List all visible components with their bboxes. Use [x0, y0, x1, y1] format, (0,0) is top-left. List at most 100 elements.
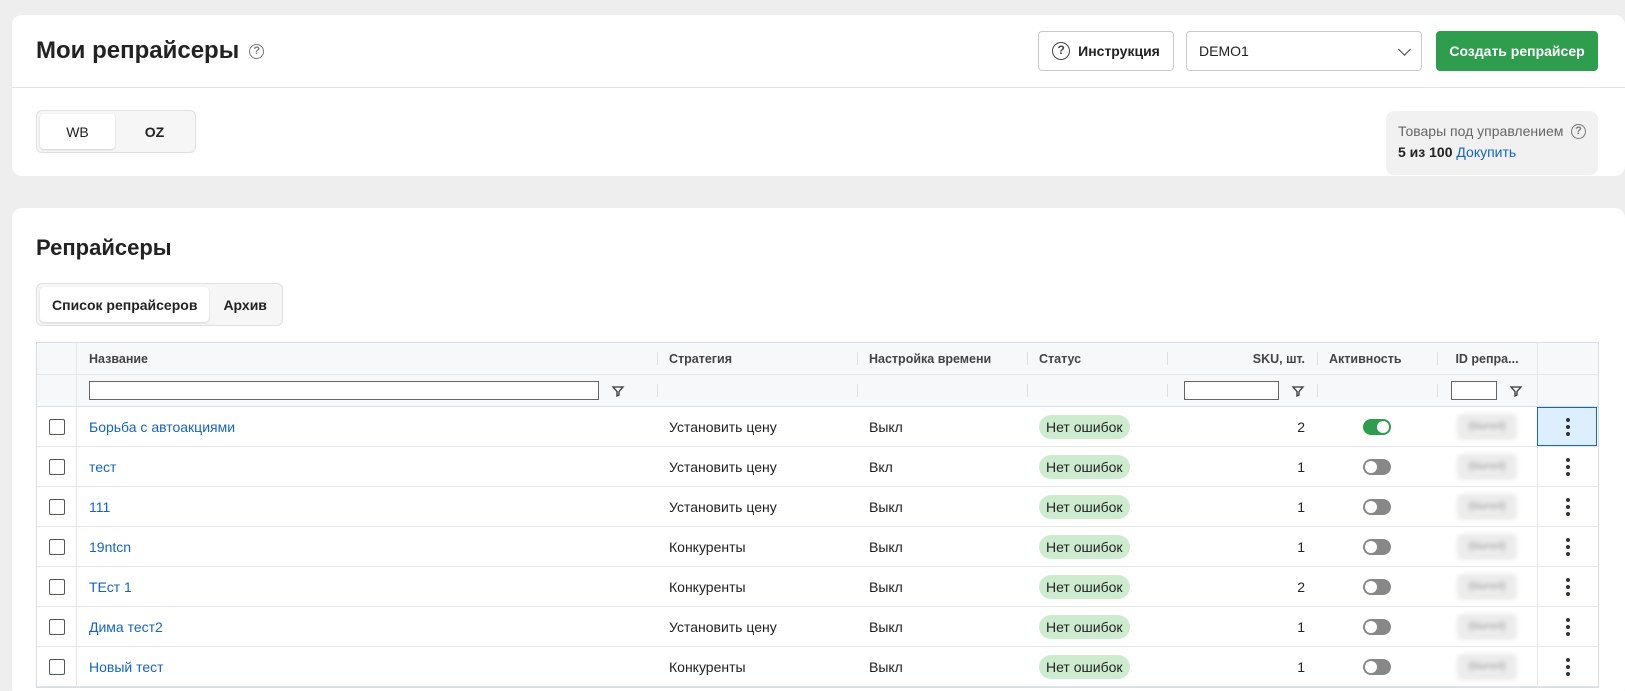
kebab-menu-icon[interactable]: [1565, 617, 1570, 636]
row-activity-cell: [1317, 407, 1437, 446]
instruction-button[interactable]: ? Инструкция: [1038, 31, 1174, 71]
help-icon[interactable]: ?: [1571, 123, 1586, 139]
kebab-menu-icon[interactable]: [1565, 657, 1570, 676]
kebab-menu-icon[interactable]: [1565, 417, 1570, 436]
filter-icon[interactable]: [611, 384, 625, 398]
row-checkbox[interactable]: [48, 538, 65, 555]
tab-oz[interactable]: OZ: [117, 114, 192, 149]
row-name-cell: тест: [77, 447, 657, 486]
section-title: Репрайсеры: [36, 235, 172, 260]
row-checkbox-cell: [37, 607, 77, 646]
activity-toggle[interactable]: [1363, 458, 1391, 475]
table-row[interactable]: 111 Установить цену Выкл Нет ошибок 1 (b…: [37, 487, 1598, 527]
kebab-menu-icon[interactable]: [1565, 457, 1570, 476]
row-checkbox[interactable]: [48, 658, 65, 675]
row-menu-cell[interactable]: [1537, 407, 1597, 446]
account-select[interactable]: DEMO1: [1186, 31, 1422, 71]
row-id-cell: (blurred): [1437, 407, 1537, 446]
row-checkbox-cell: [37, 567, 77, 606]
activity-toggle[interactable]: [1363, 578, 1391, 595]
instruction-label: Инструкция: [1078, 43, 1160, 59]
column-header-time[interactable]: Настройка времени: [857, 343, 1027, 374]
row-menu-cell[interactable]: [1537, 527, 1597, 566]
repricer-name-link[interactable]: Борьба с автоакциями: [89, 419, 235, 435]
row-time-setting: Вкл: [869, 458, 893, 475]
row-time-setting: Выкл: [869, 418, 903, 435]
filter-time-cell: [857, 375, 1027, 406]
name-filter-input[interactable]: [89, 381, 599, 400]
row-menu-cell[interactable]: [1537, 567, 1597, 606]
row-checkbox[interactable]: [48, 618, 65, 635]
repricer-name-link[interactable]: ТЕст 1: [89, 579, 132, 595]
kebab-menu-icon[interactable]: [1565, 537, 1570, 556]
row-sku-count: 2: [1297, 578, 1305, 595]
filter-icon[interactable]: [1509, 384, 1523, 398]
row-time-setting: Выкл: [869, 578, 903, 595]
row-name-cell: 19ntcn: [77, 527, 657, 566]
buy-more-link[interactable]: Докупить: [1456, 144, 1516, 160]
table-row[interactable]: ТЕст 1 Конкуренты Выкл Нет ошибок 2 (blu…: [37, 567, 1598, 607]
row-menu-cell[interactable]: [1537, 487, 1597, 526]
kebab-menu-icon[interactable]: [1565, 497, 1570, 516]
repricer-name-link[interactable]: 111: [89, 499, 110, 515]
table-row[interactable]: 19ntcn Конкуренты Выкл Нет ошибок 1 (blu…: [37, 527, 1598, 567]
repricer-id: (blurred): [1457, 613, 1517, 640]
row-checkbox[interactable]: [48, 498, 65, 515]
status-badge: Нет ошибок: [1039, 654, 1130, 679]
kebab-menu-icon[interactable]: [1565, 577, 1570, 596]
activity-toggle[interactable]: [1363, 538, 1391, 555]
repricer-name-link[interactable]: Дима тест2: [89, 619, 163, 635]
quota-box: Товары под управлением ? 5 из 100 Докупи…: [1386, 111, 1598, 175]
filter-strategy-cell: [657, 375, 857, 406]
filter-status-cell: [1027, 375, 1167, 406]
filter-name-cell: [77, 375, 657, 406]
help-icon[interactable]: ?: [249, 43, 265, 59]
column-header-name[interactable]: Название: [77, 343, 657, 374]
status-badge: Нет ошибок: [1039, 574, 1130, 599]
row-menu-cell[interactable]: [1537, 647, 1597, 686]
column-header-status[interactable]: Статус: [1027, 343, 1167, 374]
sku-filter-input[interactable]: [1184, 381, 1279, 400]
column-header-activity[interactable]: Активность: [1317, 343, 1437, 374]
status-badge: Нет ошибок: [1039, 454, 1130, 479]
tab-repricer-list[interactable]: Список репрайсеров: [40, 287, 210, 322]
table-row[interactable]: Дима тест2 Установить цену Выкл Нет ошиб…: [37, 607, 1598, 647]
column-header-sku[interactable]: SKU, шт.: [1167, 343, 1317, 374]
marketplace-switch: WB OZ: [36, 110, 196, 153]
tab-archive[interactable]: Архив: [211, 287, 278, 322]
row-menu-cell[interactable]: [1537, 447, 1597, 486]
column-header-id[interactable]: ID репра...: [1437, 343, 1537, 374]
row-menu-cell[interactable]: [1537, 607, 1597, 646]
row-strategy: Установить цену: [669, 618, 777, 635]
table-row[interactable]: Борьба с автоакциями Установить цену Вык…: [37, 407, 1598, 447]
row-sku-count: 1: [1297, 538, 1305, 555]
row-checkbox[interactable]: [48, 418, 65, 435]
id-filter-input[interactable]: [1451, 381, 1497, 400]
row-checkbox[interactable]: [48, 578, 65, 595]
filter-icon[interactable]: [1291, 384, 1305, 398]
activity-toggle[interactable]: [1363, 498, 1391, 515]
activity-toggle[interactable]: [1363, 658, 1391, 675]
column-header-strategy[interactable]: Стратегия: [657, 343, 857, 374]
repricer-id: (blurred): [1457, 413, 1517, 440]
row-checkbox-cell: [37, 447, 77, 486]
activity-toggle[interactable]: [1363, 618, 1391, 635]
row-status-cell: Нет ошибок: [1027, 527, 1167, 566]
table-row[interactable]: тест Установить цену Вкл Нет ошибок 1 (b…: [37, 447, 1598, 487]
row-id-cell: (blurred): [1437, 527, 1537, 566]
activity-toggle[interactable]: [1363, 418, 1391, 435]
repricer-name-link[interactable]: тест: [89, 459, 116, 475]
status-badge: Нет ошибок: [1039, 614, 1130, 639]
row-checkbox[interactable]: [48, 458, 65, 475]
repricer-name-link[interactable]: Новый тест: [89, 659, 164, 675]
table-row[interactable]: Новый тест Конкуренты Выкл Нет ошибок 1 …: [37, 647, 1598, 687]
row-activity-cell: [1317, 567, 1437, 606]
row-activity-cell: [1317, 487, 1437, 526]
header-card: Мои репрайсеры ? ? Инструкция DEMO1 Созд…: [12, 15, 1625, 176]
repricer-name-link[interactable]: 19ntcn: [89, 539, 131, 555]
tab-wb[interactable]: WB: [40, 114, 115, 149]
row-status-cell: Нет ошибок: [1027, 407, 1167, 446]
create-repricer-button[interactable]: Создать репрайсер: [1436, 31, 1598, 71]
filter-menu-cell: [1537, 375, 1597, 406]
row-sku-count: 1: [1297, 458, 1305, 475]
